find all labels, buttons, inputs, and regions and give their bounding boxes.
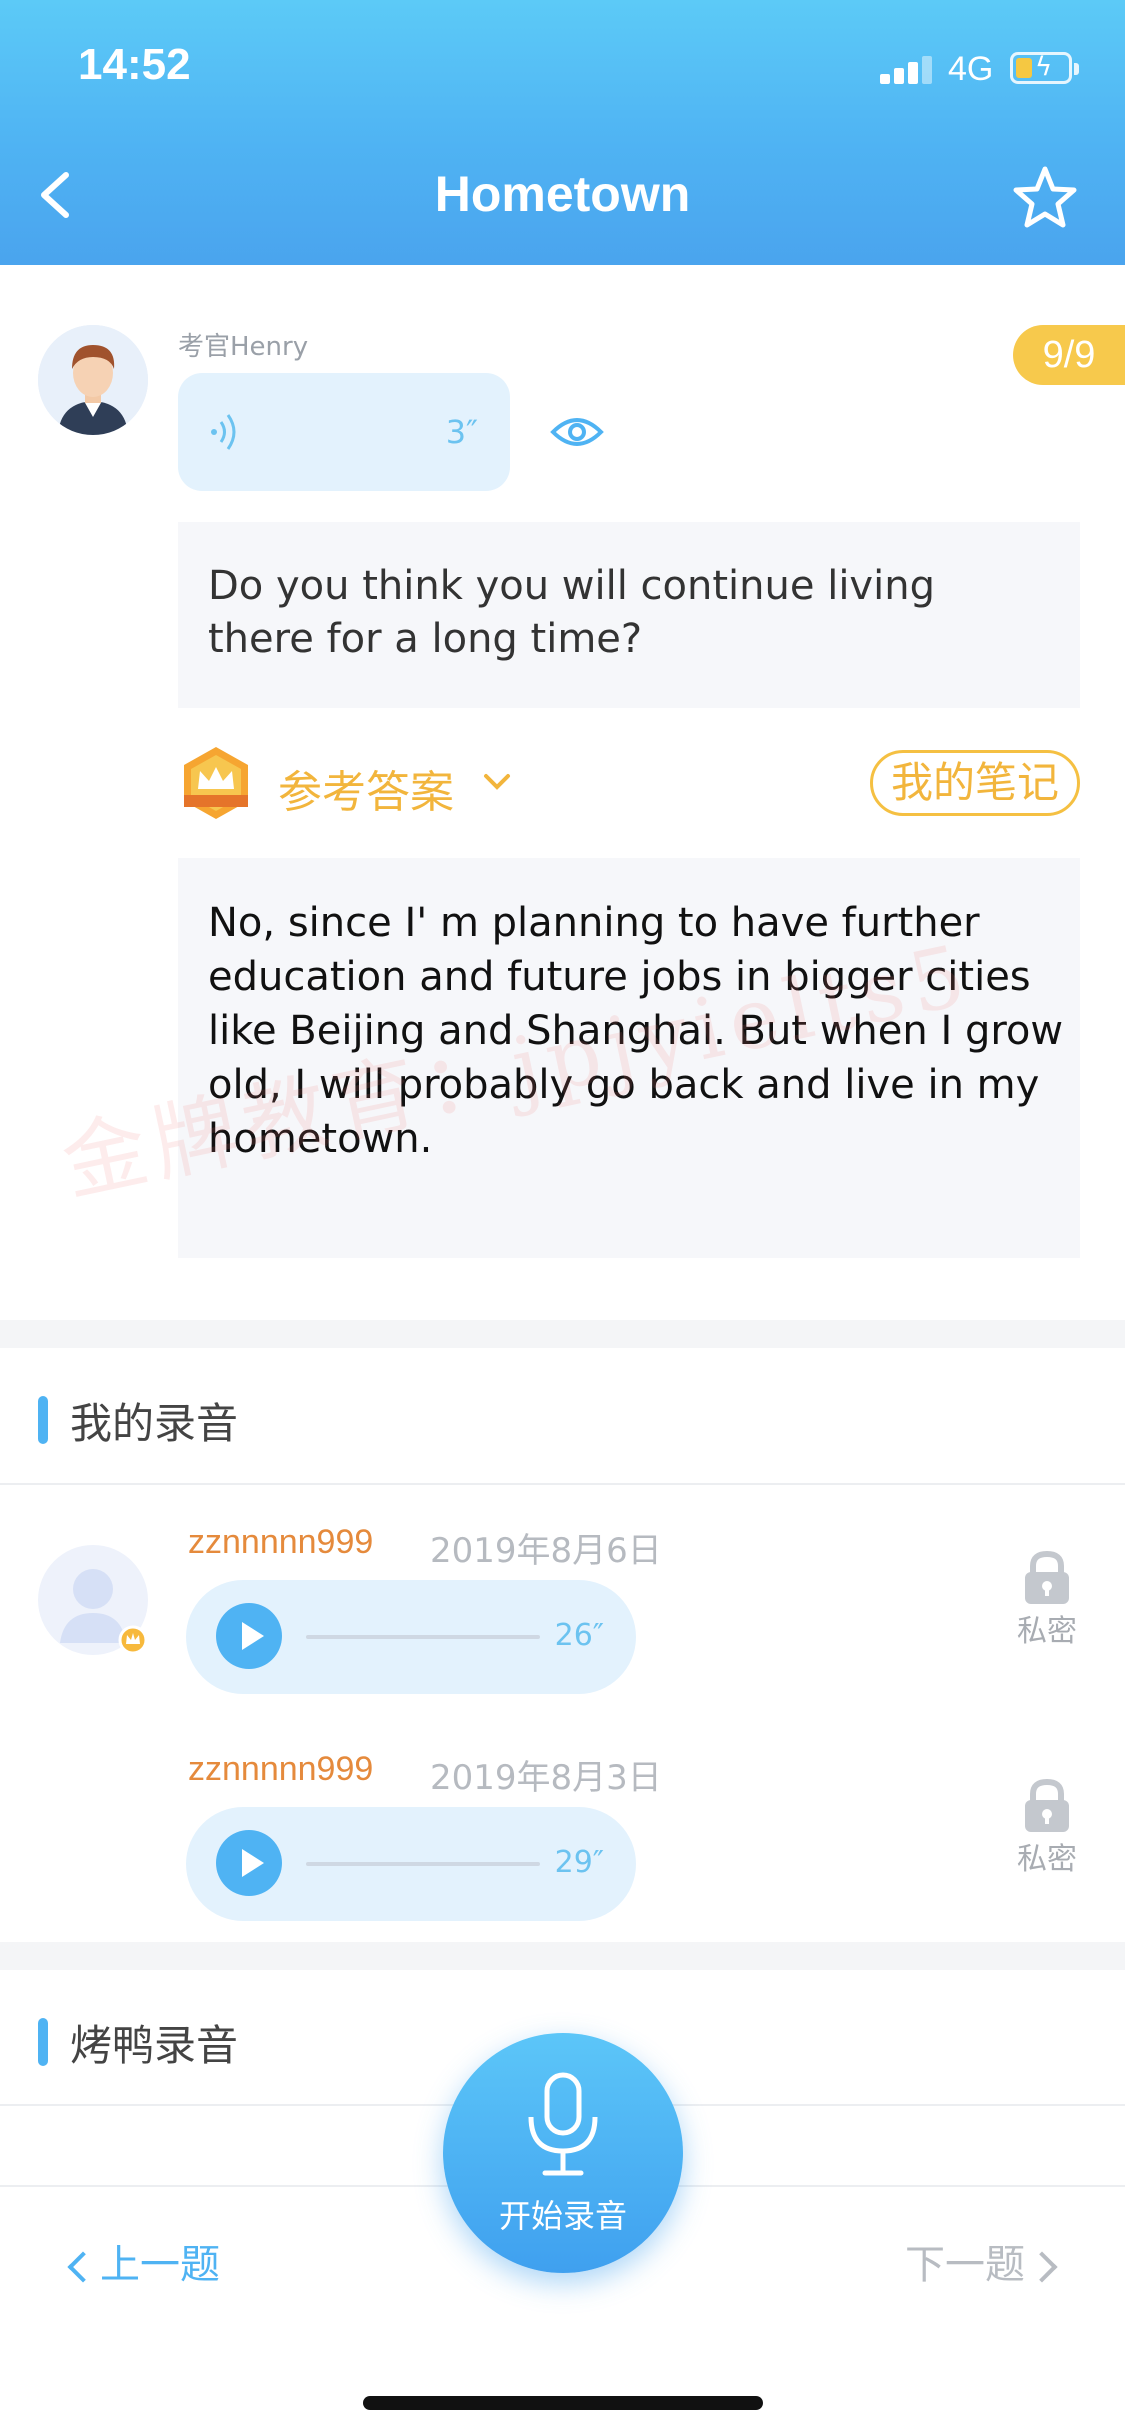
recording-duration: 26″ (554, 1618, 604, 1653)
page: 14:52 4G ϟ Hometown 考官Henry 9/9 3″ Do yo… (0, 0, 1125, 2436)
show-text-button[interactable] (550, 410, 604, 454)
favorite-button[interactable] (1010, 163, 1080, 233)
duck-recordings-title: 烤鸭录音 (70, 2021, 239, 2070)
chevron-down-icon[interactable] (480, 768, 514, 794)
home-indicator[interactable] (363, 2396, 763, 2410)
reference-answer-toggle[interactable]: 参考答案 (278, 756, 454, 820)
battery-icon: ϟ (1010, 52, 1079, 84)
avatar (38, 1545, 148, 1655)
question-box: Do you think you will continue living th… (178, 522, 1080, 708)
question-text: Do you think you will continue living th… (208, 563, 935, 662)
recording-date: 2019年8月3日 (430, 1758, 662, 1798)
audio-wave-icon (211, 414, 236, 450)
section-gap (0, 1320, 1125, 1348)
divider (0, 1483, 1125, 1485)
my-recordings-header: 我的录音 (0, 1350, 1125, 1480)
progress-track[interactable] (306, 1635, 540, 1639)
recording-player[interactable]: 29″ (186, 1807, 636, 1921)
my-recordings-title: 我的录音 (70, 1399, 239, 1448)
signal-icon (880, 56, 932, 84)
network-type: 4G (948, 50, 994, 88)
prev-question-button[interactable]: 上一题 (67, 2232, 220, 2290)
page-title: Hometown (434, 166, 691, 222)
play-icon[interactable] (216, 1603, 282, 1669)
header: 14:52 4G ϟ Hometown (0, 0, 1125, 265)
progress-track[interactable] (306, 1862, 540, 1866)
section-gap (0, 1942, 1125, 1970)
recording-username[interactable]: zznnnnn999 (188, 1750, 373, 1789)
recording-duration: 29″ (554, 1845, 604, 1880)
progress-badge: 9/9 (1013, 325, 1125, 385)
microphone-icon (528, 2072, 598, 2176)
privacy-label: 私密 (1017, 1842, 1077, 1877)
audio-duration: 3″ (445, 413, 478, 451)
star-icon (1013, 166, 1077, 228)
start-recording-label: 开始录音 (498, 2197, 627, 2235)
my-notes-button[interactable]: 我的笔记 (870, 750, 1080, 816)
next-question-button[interactable]: 下一题 (905, 2232, 1058, 2290)
privacy-toggle[interactable]: 私密 (1015, 1550, 1079, 1650)
play-icon[interactable] (216, 1830, 282, 1896)
privacy-toggle[interactable]: 私密 (1015, 1778, 1079, 1878)
chevron-left-icon (67, 2251, 99, 2283)
eye-icon (550, 418, 604, 446)
chevron-right-icon (1026, 2251, 1058, 2283)
next-label: 下一题 (905, 2242, 1025, 2288)
recording-date: 2019年8月6日 (430, 1531, 662, 1571)
lock-icon (1025, 1550, 1069, 1604)
recording-player[interactable]: 26″ (186, 1580, 636, 1694)
lock-icon (1025, 1778, 1069, 1832)
examiner-audio-bubble[interactable]: 3″ (178, 373, 510, 491)
crown-icon (178, 745, 254, 821)
recording-username[interactable]: zznnnnn999 (188, 1523, 373, 1562)
examiner-name: 考官Henry (178, 332, 309, 362)
prev-label: 上一题 (100, 2242, 220, 2288)
status-time: 14:52 (78, 40, 191, 89)
start-recording-button[interactable]: 开始录音 (443, 2033, 683, 2273)
examiner-avatar (38, 325, 148, 435)
privacy-label: 私密 (1017, 1614, 1077, 1649)
